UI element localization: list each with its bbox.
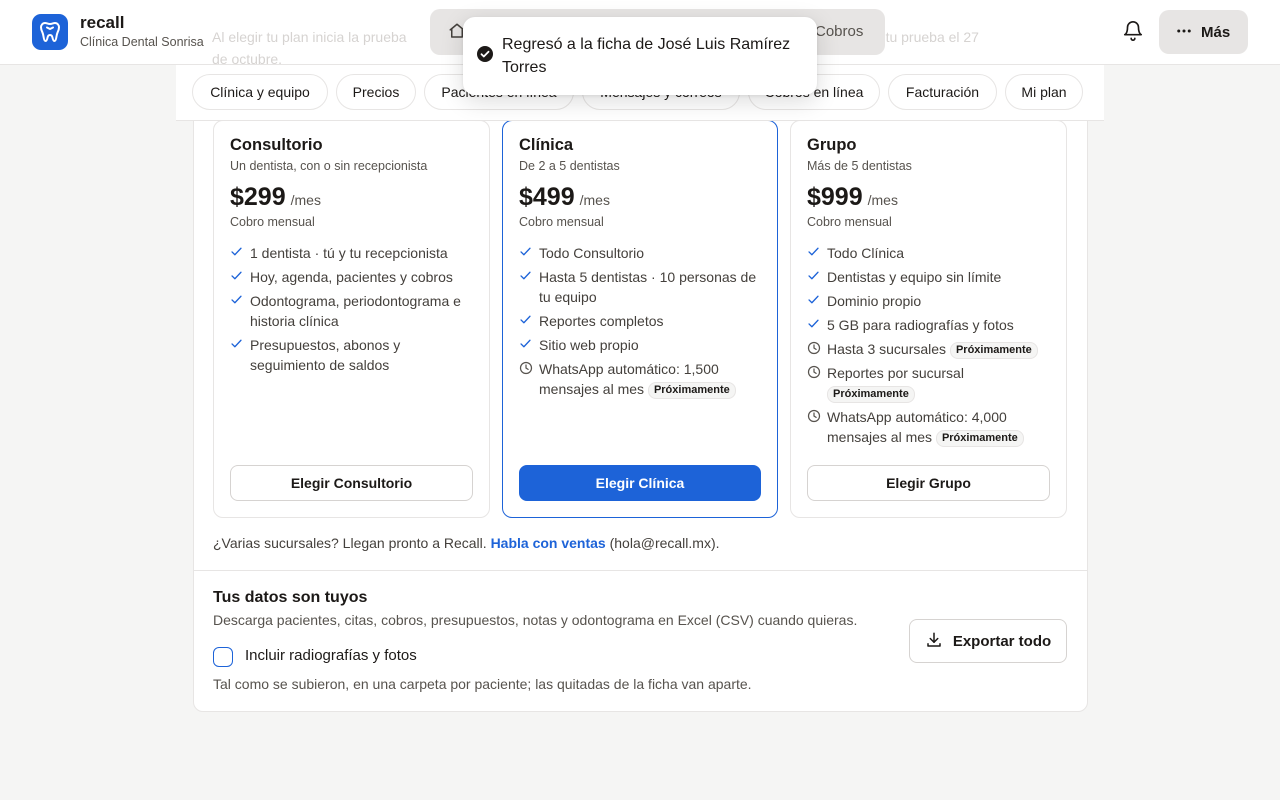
nav-item-cobros[interactable]: Cobros	[815, 23, 863, 40]
feature-item: Dominio propio	[807, 291, 1054, 311]
feature-item: Odontograma, periodontograma e historia …	[230, 291, 477, 331]
check-icon	[807, 243, 821, 263]
data-section-description: Descarga pacientes, citas, cobros, presu…	[213, 612, 858, 628]
coming-soon-badge: Próximamente	[827, 385, 915, 403]
coming-soon-badge: Próximamente	[647, 381, 736, 399]
feature-item: WhatsApp automático: 1,500 mensajes al m…	[519, 359, 765, 399]
check-circle-icon	[477, 46, 493, 95]
billing-cycle: Cobro mensual	[230, 215, 315, 229]
clock-icon	[807, 363, 821, 383]
feature-item: Reportes completos	[519, 311, 765, 331]
data-section-title: Tus datos son tuyos	[213, 589, 368, 606]
feature-item: 1 dentista · tú y tu recepcionista	[230, 243, 477, 263]
feature-item: Hoy, agenda, pacientes y cobros	[230, 267, 477, 287]
check-icon	[519, 267, 533, 287]
banner-right-text: ta tu prueba el 27	[870, 29, 979, 45]
price-period: /mes	[579, 192, 610, 208]
check-icon	[230, 267, 244, 287]
check-icon	[807, 291, 821, 311]
price-amount: $299	[230, 183, 286, 211]
check-icon	[230, 243, 244, 263]
check-icon	[519, 243, 533, 263]
clock-icon	[519, 359, 533, 379]
clinic-name: Clínica Dental Sonrisa	[80, 35, 204, 49]
brand-name: recall	[80, 13, 125, 32]
include-photos-label[interactable]: Incluir radiografías y fotos	[245, 647, 417, 664]
check-icon	[807, 267, 821, 287]
check-icon	[807, 315, 821, 335]
plan-name: Grupo	[807, 136, 857, 154]
clock-icon	[807, 339, 821, 359]
billing-cycle: Cobro mensual	[807, 215, 892, 229]
price-amount: $999	[807, 183, 863, 211]
section-divider	[193, 570, 1088, 571]
tab-facturacion[interactable]: Facturación	[888, 74, 997, 110]
check-icon	[519, 311, 533, 331]
feature-list: Todo Consultorio Hasta 5 dentistas · 10 …	[519, 243, 765, 403]
feature-item: Hasta 3 sucursales Próximamente	[807, 339, 1054, 359]
coming-soon-badge: Próximamente	[949, 341, 1038, 359]
plan-card-grupo: Grupo Más de 5 dentistas $999 /mes Cobro…	[790, 120, 1067, 518]
feature-list: Todo Clínica Dentistas y equipo sin lími…	[807, 243, 1054, 451]
plan-description: De 2 a 5 dentistas	[519, 159, 620, 173]
check-icon	[230, 335, 244, 355]
feature-item: Todo Clínica	[807, 243, 1054, 263]
feature-item: WhatsApp automático: 4,000 mensajes al m…	[807, 407, 1054, 447]
tooth-logo-icon[interactable]	[32, 14, 68, 50]
feature-item: Reportes por sucursal Próximamente	[807, 363, 1054, 403]
plan-name: Clínica	[519, 136, 574, 154]
contact-sales-link[interactable]: Habla con ventas	[491, 535, 606, 551]
more-button[interactable]: Más	[1159, 10, 1248, 54]
choose-grupo-button[interactable]: Elegir Grupo	[807, 465, 1050, 501]
plan-card-consultorio: Consultorio Un dentista, con o sin recep…	[213, 120, 490, 518]
feature-item: Presupuestos, abonos y seguimiento de sa…	[230, 335, 477, 375]
choose-consultorio-button[interactable]: Elegir Consultorio	[230, 465, 473, 501]
plan-description: Más de 5 dentistas	[807, 159, 912, 173]
coming-soon-badge: Próximamente	[935, 429, 1024, 447]
feature-item: Sitio web propio	[519, 335, 765, 355]
more-label: Más	[1201, 23, 1231, 41]
bell-icon[interactable]	[1122, 20, 1144, 47]
tab-clinica-y-equipo[interactable]: Clínica y equipo	[192, 74, 328, 110]
feature-item: Todo Consultorio	[519, 243, 765, 263]
include-photos-checkbox[interactable]	[213, 647, 233, 667]
plan-name: Consultorio	[230, 136, 323, 154]
plan-description: Un dentista, con o sin recepcionista	[230, 159, 428, 173]
clock-icon	[807, 407, 821, 427]
tab-precios[interactable]: Precios	[336, 74, 416, 110]
download-icon	[925, 631, 943, 652]
check-icon	[230, 291, 244, 311]
plan-price: $999 /mes	[807, 183, 898, 212]
toast-notification[interactable]: Regresó a la ficha de José Luis Ramírez …	[463, 17, 817, 95]
feature-item: Dentistas y equipo sin límite	[807, 267, 1054, 287]
photos-note: Tal como se subieron, en una carpeta por…	[213, 676, 752, 692]
feature-item: 5 GB para radiografías y fotos	[807, 315, 1054, 335]
ellipsis-icon	[1175, 22, 1193, 43]
check-icon	[519, 335, 533, 355]
export-all-button[interactable]: Exportar todo	[909, 619, 1067, 663]
toast-message: Regresó a la ficha de José Luis Ramírez …	[502, 36, 791, 76]
feature-list: 1 dentista · tú y tu recepcionista Hoy, …	[230, 243, 477, 379]
billing-cycle: Cobro mensual	[519, 215, 604, 229]
choose-clinica-button[interactable]: Elegir Clínica	[519, 465, 761, 501]
plan-price: $499 /mes	[519, 183, 610, 212]
export-label: Exportar todo	[952, 632, 1052, 650]
price-period: /mes	[867, 192, 898, 208]
price-amount: $499	[519, 183, 575, 211]
feature-item: Hasta 5 dentistas · 10 personas de tu eq…	[519, 267, 765, 307]
plan-price: $299 /mes	[230, 183, 321, 212]
tab-mi-plan[interactable]: Mi plan	[1005, 74, 1083, 110]
plan-card-clinica: Clínica De 2 a 5 dentistas $499 /mes Cob…	[502, 120, 778, 518]
price-period: /mes	[290, 192, 321, 208]
branches-note: ¿Varias sucursales? Llegan pronto a Reca…	[213, 535, 720, 551]
